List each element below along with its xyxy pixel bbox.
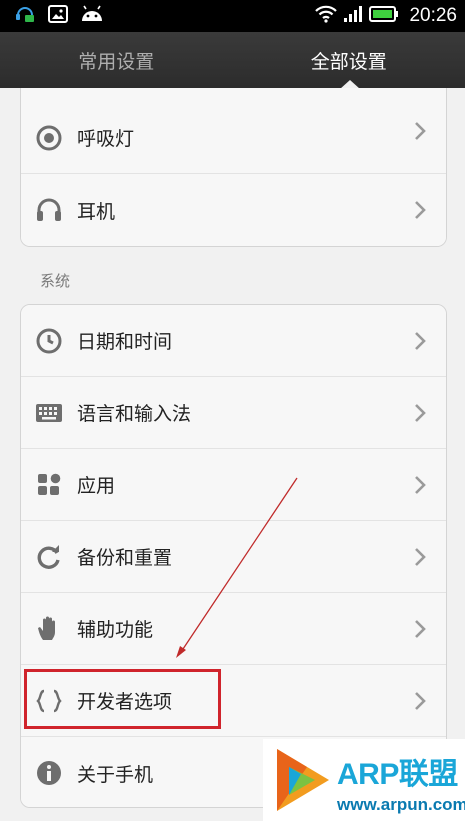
- image-notification-icon: [48, 5, 68, 27]
- setting-row-accessibility[interactable]: 辅助功能: [21, 593, 446, 665]
- setting-label: 语言和输入法: [77, 403, 192, 425]
- android-notification-icon: [80, 5, 104, 27]
- status-bar: 20:26: [0, 0, 465, 32]
- clock-time: 20:26: [409, 5, 457, 26]
- section-title-system: 系统: [40, 272, 71, 290]
- watermark-text: ARP联盟 www.arpun.com: [337, 749, 465, 815]
- chevron-right-icon: [414, 200, 426, 220]
- chevron-right-icon: [414, 475, 426, 495]
- notification-icons: [14, 5, 104, 27]
- setting-label: 日期和时间: [77, 331, 173, 353]
- setting-row-apps[interactable]: 应用: [21, 449, 446, 521]
- system-settings-group: 日期和时间 语言和输入法 应用 备份和重置 辅助功能 开发者选项 关于手机: [20, 304, 447, 808]
- info-icon: [21, 760, 77, 786]
- battery-icon: [369, 5, 399, 27]
- watermark-url: www.arpun.com: [337, 795, 465, 814]
- braces-icon: [21, 689, 77, 713]
- setting-label: 备份和重置: [77, 547, 173, 569]
- setting-row-date-time[interactable]: 日期和时间: [21, 305, 446, 377]
- chevron-right-icon: [414, 691, 426, 711]
- setting-row-headphones[interactable]: 耳机: [21, 174, 446, 246]
- top-settings-group: 呼吸灯 耳机: [20, 88, 447, 247]
- chevron-right-icon: [414, 403, 426, 423]
- setting-row-breathing-light[interactable]: 呼吸灯: [21, 88, 446, 174]
- chevron-right-icon: [414, 331, 426, 351]
- arp-logo-icon: [267, 743, 337, 821]
- settings-tab-bar: 常用设置 全部设置: [0, 32, 465, 88]
- backup-icon: [21, 544, 77, 570]
- setting-row-developer-options[interactable]: 开发者选项: [21, 665, 446, 737]
- setting-label: 关于手机: [77, 763, 154, 786]
- hand-icon: [21, 616, 77, 642]
- signal-icon: [343, 5, 363, 27]
- keyboard-icon: [21, 403, 77, 423]
- watermark-title: ARP联盟: [337, 758, 458, 791]
- watermark: ARP联盟 www.arpun.com: [263, 739, 465, 821]
- setting-label: 开发者选项: [77, 691, 173, 713]
- setting-label: 应用: [77, 475, 116, 497]
- chevron-right-icon: [414, 619, 426, 639]
- setting-label: 辅助功能: [77, 619, 154, 641]
- headset-notification-icon: [14, 3, 36, 29]
- clock-icon: [21, 328, 77, 354]
- setting-row-backup-reset[interactable]: 备份和重置: [21, 521, 446, 593]
- chevron-right-icon: [414, 121, 426, 141]
- system-status: 20:26: [315, 4, 457, 28]
- apps-icon: [21, 473, 77, 497]
- setting-label: 耳机: [77, 200, 116, 223]
- chevron-right-icon: [414, 547, 426, 567]
- setting-label: 呼吸灯: [77, 128, 135, 150]
- tab-common-settings[interactable]: 常用设置: [0, 32, 233, 88]
- setting-row-language-input[interactable]: 语言和输入法: [21, 377, 446, 449]
- headphone-icon: [21, 198, 77, 222]
- wifi-icon: [315, 5, 338, 27]
- breathing-light-icon: [21, 125, 77, 151]
